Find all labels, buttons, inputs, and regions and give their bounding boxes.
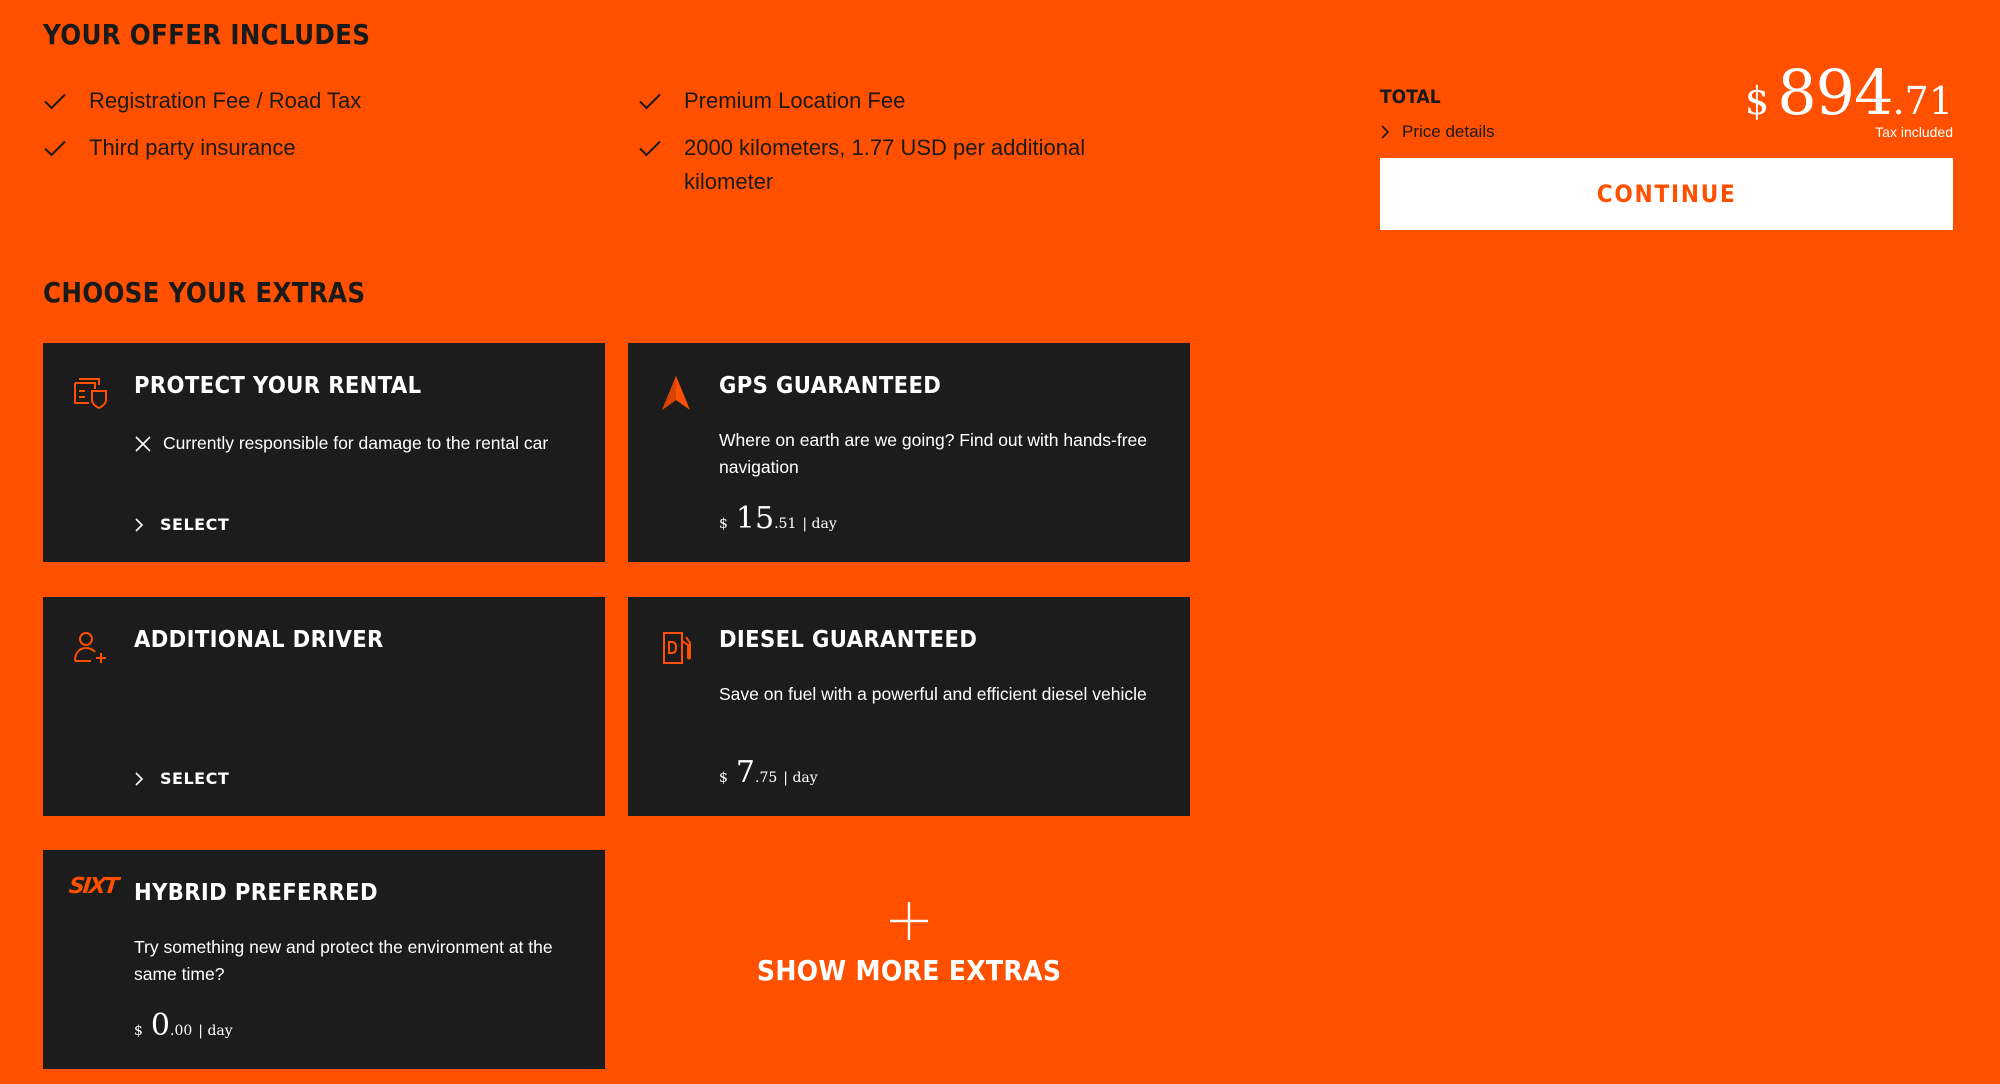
extra-card-hybrid[interactable]: SIXT HYBRID PREFERRED Try something new …	[43, 850, 605, 1069]
offer-item: Registration Fee / Road Tax	[43, 84, 603, 118]
tax-note: Tax included	[1875, 124, 1953, 140]
price-period: | day	[802, 516, 837, 532]
add-person-icon	[74, 632, 106, 663]
extra-card-diesel[interactable]: DIESEL GUARANTEED Save on fuel with a po…	[628, 597, 1190, 816]
offer-item-label: Premium Location Fee	[684, 88, 906, 113]
offer-item-label: 2000 kilometers, 1.77 USD per additional…	[684, 135, 1086, 194]
card-title: PROTECT YOUR RENTAL	[134, 373, 422, 399]
select-label: SELECT	[160, 769, 230, 788]
chevron-right-icon	[135, 771, 144, 786]
check-icon	[44, 93, 66, 110]
total-price: $ 894 .71	[1745, 56, 1953, 129]
price-decimal: .00	[170, 1023, 193, 1039]
card-warning-text: Currently responsible for damage to the …	[163, 433, 549, 453]
select-button[interactable]: SELECT	[134, 769, 229, 788]
offer-item: Premium Location Fee	[638, 84, 1178, 118]
price-period: | day	[783, 770, 818, 786]
currency-symbol: $	[1745, 79, 1770, 123]
offer-includes-list: Premium Location Fee 2000 kilometers, 1.…	[638, 84, 1178, 212]
card-title: HYBRID PREFERRED	[134, 880, 378, 906]
continue-button[interactable]: CONTINUE	[1380, 158, 1953, 230]
card-warning: Currently responsible for damage to the …	[134, 433, 548, 454]
check-icon	[639, 140, 661, 157]
card-title: DIESEL GUARANTEED	[719, 627, 978, 653]
currency-symbol: $	[719, 770, 728, 786]
check-icon	[639, 93, 661, 110]
show-more-extras-button[interactable]: SHOW MORE EXTRAS	[628, 900, 1190, 1020]
price-decimal: .51	[774, 516, 797, 532]
price-details-label: Price details	[1402, 122, 1495, 141]
offer-includes-list: Registration Fee / Road Tax Third party …	[43, 84, 603, 178]
plus-icon	[890, 902, 928, 940]
offer-item-label: Third party insurance	[89, 135, 296, 160]
continue-label: CONTINUE	[1596, 180, 1737, 208]
price-integer: 15	[735, 501, 775, 536]
total-label: TOTAL	[1380, 86, 1441, 108]
price-decimal: .75	[755, 770, 778, 786]
diesel-pump-icon	[663, 632, 691, 664]
card-title: ADDITIONAL DRIVER	[134, 627, 384, 653]
extra-card-protect-rental[interactable]: PROTECT YOUR RENTAL Currently responsibl…	[43, 343, 605, 562]
check-icon	[44, 140, 66, 157]
extras-heading: CHOOSE YOUR EXTRAS	[43, 276, 366, 309]
price-integer: 894	[1777, 56, 1893, 129]
close-icon	[135, 435, 151, 452]
card-description: Where on earth are we going? Find out wi…	[719, 430, 1148, 477]
protection-shield-icon	[74, 378, 107, 410]
show-more-label: SHOW MORE EXTRAS	[756, 954, 1062, 987]
extra-card-additional-driver[interactable]: ADDITIONAL DRIVER SELECT	[43, 597, 605, 816]
chevron-right-icon	[135, 517, 144, 532]
offer-item: 2000 kilometers, 1.77 USD per additional…	[638, 131, 1178, 199]
price-integer: 0	[150, 1008, 171, 1043]
price-period: | day	[198, 1023, 233, 1039]
offer-item-label: Registration Fee / Road Tax	[89, 88, 362, 113]
card-description: Try something new and protect the enviro…	[134, 937, 553, 984]
sixt-logo: SIXT	[67, 874, 119, 899]
currency-symbol: $	[719, 516, 728, 532]
price-integer: 7	[735, 755, 756, 790]
card-price: $ 15 .51 | day	[719, 501, 837, 536]
extra-card-gps[interactable]: GPS GUARANTEED Where on earth are we goi…	[628, 343, 1190, 562]
navigation-arrow-icon	[662, 376, 690, 410]
offer-heading: YOUR OFFER INCLUDES	[43, 18, 371, 51]
price-details-link[interactable]: Price details	[1380, 122, 1495, 142]
card-price: $ 0 .00 | day	[134, 1008, 233, 1043]
offer-item: Third party insurance	[43, 131, 603, 165]
select-label: SELECT	[160, 515, 230, 534]
card-description: Save on fuel with a powerful and efficie…	[719, 684, 1147, 704]
card-title: GPS GUARANTEED	[719, 373, 942, 399]
card-price: $ 7 .75 | day	[719, 755, 818, 790]
currency-symbol: $	[134, 1023, 143, 1039]
price-decimal: .71	[1892, 79, 1953, 123]
chevron-right-icon	[1381, 125, 1390, 139]
select-button[interactable]: SELECT	[134, 515, 229, 534]
